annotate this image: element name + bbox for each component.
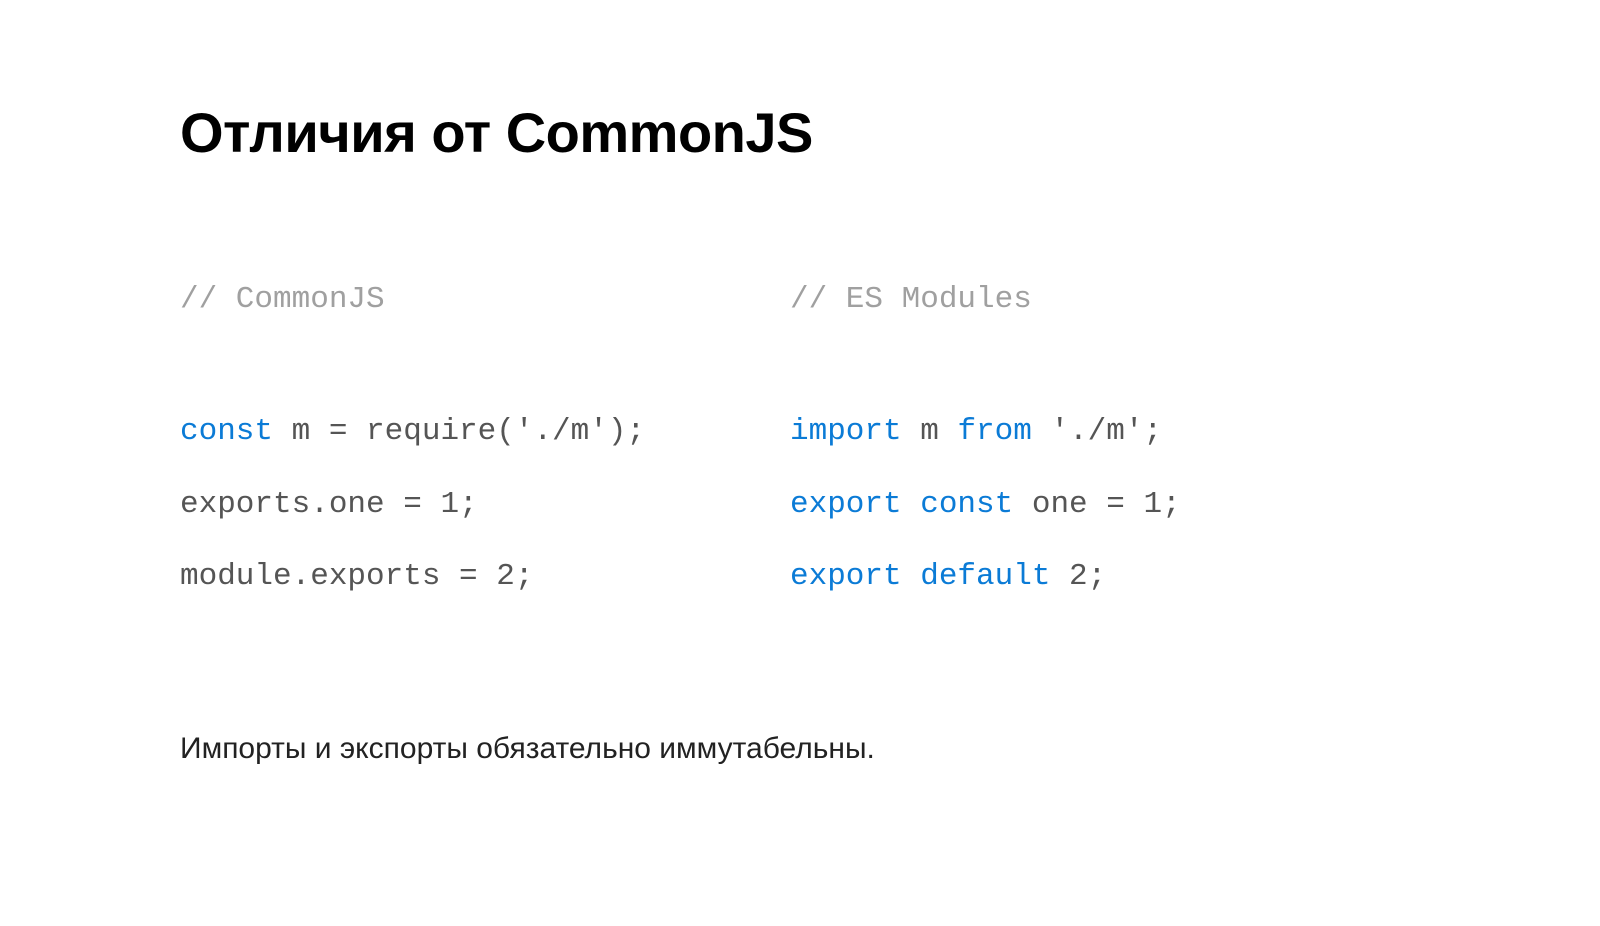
footnote: Импорты и экспорты обязательно иммутабел… (180, 732, 1420, 766)
commonjs-line-1: const m = require('./m'); (180, 412, 750, 452)
code-text: one = 1; (1013, 487, 1180, 522)
code-text: './m'; (1032, 414, 1162, 449)
keyword-export-default: export default (790, 559, 1050, 594)
slide: Отличия от CommonJS // CommonJS const m … (0, 0, 1600, 926)
keyword-const: const (180, 414, 273, 449)
commonjs-line-3: module.exports = 2; (180, 557, 750, 597)
commonjs-column: // CommonJS const m = require('./m'); ex… (180, 280, 750, 597)
spacer (180, 320, 750, 412)
code-columns: // CommonJS const m = require('./m'); ex… (180, 280, 1420, 597)
esmodules-line-2: export const one = 1; (790, 485, 1290, 525)
code-text: m = require('./m'); (273, 414, 645, 449)
spacer (790, 453, 1290, 485)
spacer (790, 525, 1290, 557)
esmodules-comment: // ES Modules (790, 280, 1290, 320)
commonjs-comment: // CommonJS (180, 280, 750, 320)
spacer (180, 453, 750, 485)
keyword-from: from (957, 414, 1031, 449)
keyword-export-const: export const (790, 487, 1013, 522)
code-text: 2; (1050, 559, 1106, 594)
esmodules-line-3: export default 2; (790, 557, 1290, 597)
esmodules-line-1: import m from './m'; (790, 412, 1290, 452)
spacer (180, 525, 750, 557)
keyword-import: import (790, 414, 902, 449)
esmodules-column: // ES Modules import m from './m'; expor… (790, 280, 1290, 597)
spacer (790, 320, 1290, 412)
code-text: m (902, 414, 958, 449)
slide-title: Отличия от CommonJS (180, 100, 1420, 165)
commonjs-line-2: exports.one = 1; (180, 485, 750, 525)
